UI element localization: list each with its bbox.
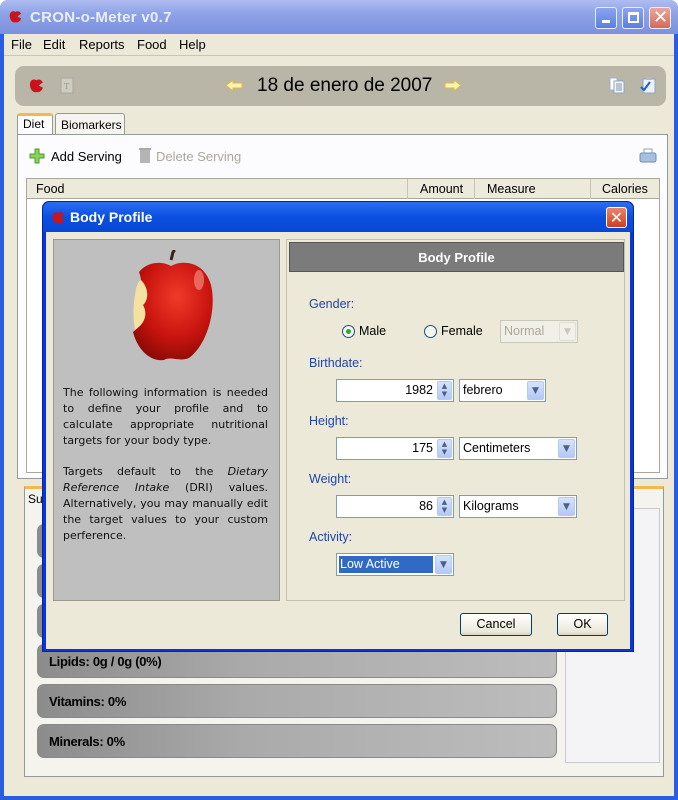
info-text-2-start: Targets default to the bbox=[63, 465, 228, 478]
lipids-label: Lipids: 0g / 0g (0%) bbox=[49, 654, 162, 669]
column-divider bbox=[407, 179, 408, 199]
next-day-arrow-icon[interactable] bbox=[444, 79, 462, 92]
summary-bar-minerals: Minerals: 0% bbox=[37, 724, 557, 758]
activity-select[interactable]: Low Active ▼ bbox=[336, 553, 454, 576]
current-date: 18 de enero de 2007 bbox=[257, 75, 433, 96]
close-button[interactable]: ✕ bbox=[649, 7, 671, 29]
dialog-body: The following information is needed to d… bbox=[46, 232, 630, 649]
maximize-button[interactable] bbox=[622, 7, 644, 29]
birthdate-label: Birthdate: bbox=[309, 356, 363, 370]
minerals-label: Minerals: 0% bbox=[49, 734, 125, 749]
spinner-arrows-icon[interactable]: ▲ ▼ bbox=[437, 381, 452, 400]
chevron-down-icon: ▼ bbox=[527, 381, 544, 400]
spinner-arrows-icon[interactable]: ▲ ▼ bbox=[437, 497, 452, 516]
birth-year-spinner[interactable]: 1982 ▲ ▼ bbox=[336, 379, 454, 402]
svg-text:T: T bbox=[64, 82, 70, 91]
dialog-title: Body Profile bbox=[70, 209, 153, 225]
date-bar: T 18 de enero de 2007 bbox=[15, 66, 666, 106]
delete-serving-button[interactable]: Delete Serving bbox=[156, 149, 241, 164]
tab-biomarkers[interactable]: Biomarkers bbox=[55, 113, 125, 135]
ok-button[interactable]: OK bbox=[557, 613, 608, 636]
form-header: Body Profile bbox=[289, 242, 624, 272]
tab-summary[interactable]: Su bbox=[28, 492, 43, 506]
window-title: CRON-o-Meter v0.7 bbox=[30, 9, 172, 26]
weight-spinner[interactable]: 86 ▲ ▼ bbox=[336, 495, 454, 518]
close-icon: ✕ bbox=[653, 7, 669, 28]
trash-icon bbox=[139, 148, 151, 163]
minimize-button[interactable] bbox=[595, 7, 617, 29]
profile-form: Body Profile Gender: Male Female Normal … bbox=[286, 239, 625, 601]
spinner-arrows-icon[interactable]: ▲ ▼ bbox=[437, 439, 452, 458]
checklist-icon[interactable] bbox=[640, 76, 657, 94]
form-header-title: Body Profile bbox=[418, 250, 495, 265]
birth-month-select[interactable]: febrero ▼ bbox=[459, 379, 546, 402]
height-label: Height: bbox=[309, 414, 349, 428]
info-text-1: The following information is needed to d… bbox=[63, 386, 268, 447]
activity-value: Low Active bbox=[339, 556, 433, 573]
body-profile-dialog: Body Profile ✕ The following information… bbox=[42, 201, 634, 652]
menu-reports[interactable]: Reports bbox=[79, 37, 125, 52]
maximize-icon bbox=[628, 12, 639, 23]
tab-diet[interactable]: Diet bbox=[17, 113, 53, 136]
prev-day-arrow-icon[interactable] bbox=[225, 79, 243, 92]
height-spinner[interactable]: 175 ▲ ▼ bbox=[336, 437, 454, 460]
menu-bar: File Edit Reports Food Help bbox=[4, 34, 674, 56]
info-text-2: Targets default to the Dietary Reference… bbox=[63, 464, 268, 544]
add-icon bbox=[29, 148, 45, 164]
male-radio[interactable] bbox=[342, 325, 355, 338]
chevron-down-icon: ▼ bbox=[558, 439, 575, 458]
apple-image bbox=[133, 250, 213, 361]
chevron-down-icon: ▼ bbox=[558, 497, 575, 516]
weight-label: Weight: bbox=[309, 472, 352, 486]
height-unit-select[interactable]: Centimeters ▼ bbox=[459, 437, 577, 460]
height-unit-value: Centimeters bbox=[463, 441, 531, 455]
apple-logo-icon[interactable] bbox=[28, 77, 45, 94]
apple-logo-icon bbox=[52, 212, 65, 224]
chevron-down-icon: ▼ bbox=[559, 322, 576, 341]
food-table-header: Food Amount Measure Calories bbox=[26, 178, 660, 199]
print-icon[interactable] bbox=[639, 148, 657, 163]
copy-list-icon[interactable] bbox=[609, 77, 625, 94]
menu-file[interactable]: File bbox=[11, 37, 32, 52]
pregnancy-status-value: Normal bbox=[504, 324, 545, 338]
vitamins-label: Vitamins: 0% bbox=[49, 694, 127, 709]
height-value: 175 bbox=[412, 441, 433, 455]
dialog-title-bar[interactable]: Body Profile ✕ bbox=[43, 202, 633, 232]
female-radio[interactable] bbox=[424, 325, 437, 338]
pregnancy-status-select[interactable]: Normal ▼ bbox=[500, 320, 578, 343]
column-measure[interactable]: Measure bbox=[487, 182, 536, 196]
weight-value: 86 bbox=[419, 499, 433, 513]
title-bar[interactable]: CRON-o-Meter v0.7 ✕ bbox=[0, 0, 678, 34]
column-food[interactable]: Food bbox=[36, 182, 65, 196]
male-label[interactable]: Male bbox=[359, 324, 386, 338]
column-divider bbox=[474, 179, 475, 199]
dialog-close-button[interactable]: ✕ bbox=[606, 207, 627, 228]
info-pane: The following information is needed to d… bbox=[53, 239, 280, 601]
cancel-button[interactable]: Cancel bbox=[460, 613, 532, 636]
close-icon: ✕ bbox=[609, 208, 624, 227]
gender-label: Gender: bbox=[309, 297, 355, 311]
column-divider bbox=[590, 179, 591, 199]
apple-logo-icon bbox=[9, 11, 22, 23]
column-calories[interactable]: Calories bbox=[602, 182, 648, 196]
birth-year-value: 1982 bbox=[405, 383, 433, 397]
menu-help[interactable]: Help bbox=[179, 37, 206, 52]
chevron-down-icon: ▼ bbox=[435, 555, 452, 574]
summary-bar-vitamins: Vitamins: 0% bbox=[37, 684, 557, 718]
minimize-icon bbox=[602, 20, 610, 23]
menu-edit[interactable]: Edit bbox=[43, 37, 65, 52]
activity-label: Activity: bbox=[309, 530, 353, 544]
text-note-icon[interactable]: T bbox=[60, 77, 74, 94]
birth-month-value: febrero bbox=[463, 383, 503, 397]
add-serving-button[interactable]: Add Serving bbox=[51, 149, 122, 164]
column-amount[interactable]: Amount bbox=[420, 182, 463, 196]
female-label[interactable]: Female bbox=[441, 324, 483, 338]
menu-food[interactable]: Food bbox=[137, 37, 167, 52]
weight-unit-value: Kilograms bbox=[463, 499, 519, 513]
weight-unit-select[interactable]: Kilograms ▼ bbox=[459, 495, 577, 518]
